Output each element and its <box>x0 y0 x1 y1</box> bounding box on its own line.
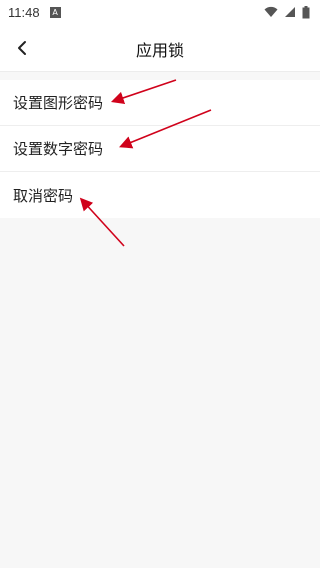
a-letter-icon: A <box>49 6 61 18</box>
list-item-label: 设置数字密码 <box>13 140 104 158</box>
settings-list: 设置图形密码 设置数字密码 取消密码 <box>0 80 320 218</box>
status-time: 11:48 <box>8 4 40 20</box>
list-item-cancel-password[interactable]: 取消密码 <box>0 172 320 218</box>
signal-icon <box>285 7 295 17</box>
page-title: 应用锁 <box>135 41 184 60</box>
list-item-set-numeric-password[interactable]: 设置数字密码 <box>0 126 320 172</box>
list-item-label: 取消密码 <box>13 186 74 205</box>
list-item-label: 设置图形密码 <box>13 94 104 112</box>
status-bar: 11:48 A <box>0 0 320 24</box>
wifi-icon <box>264 6 278 17</box>
list-item-set-pattern-password[interactable]: 设置图形密码 <box>0 80 320 126</box>
battery-icon <box>302 5 310 18</box>
app-bar: 应用锁 <box>0 24 320 72</box>
